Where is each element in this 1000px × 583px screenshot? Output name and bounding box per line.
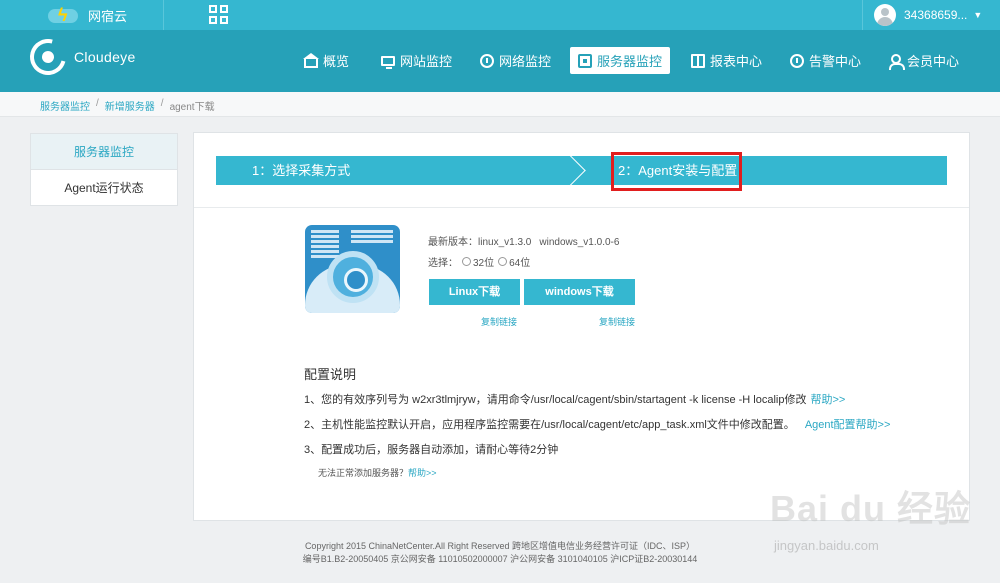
arch-label: 选择： <box>428 258 458 269</box>
config-step-2-text: 2、主机性能监控默认开启，应用程序监控需要在/usr/local/cagent/… <box>304 419 795 431</box>
copy-linux-link[interactable]: 复制链接 <box>481 315 517 328</box>
step-progress-bar: 1：选择采集方式 2：Agent安装与配置 <box>216 156 947 185</box>
step-chevron-icon <box>566 156 595 185</box>
agent-app-icon <box>305 225 400 313</box>
radio-64bit[interactable] <box>498 257 508 266</box>
report-icon <box>691 53 705 68</box>
apps-grid-icon[interactable] <box>209 5 228 24</box>
nav-label: 网络监控 <box>499 54 552 69</box>
divider <box>194 207 969 208</box>
help-link[interactable]: 帮助>> <box>810 394 845 406</box>
divider <box>163 0 164 30</box>
breadcrumb-add-server[interactable]: 新增服务器 <box>105 98 155 113</box>
config-step-2: 2、主机性能监控默认开启，应用程序监控需要在/usr/local/cagent/… <box>304 416 890 432</box>
user-menu[interactable]: 34368659... ▼ <box>874 4 982 26</box>
nav-label: 概览 <box>323 54 350 69</box>
user-icon <box>888 53 905 70</box>
radio-32bit[interactable] <box>462 257 471 266</box>
breadcrumb-bar: 服务器监控 / 新增服务器 / agent下载 <box>0 92 1000 117</box>
radio-32bit-label[interactable]: 32位 <box>473 254 494 269</box>
step-1-label: 1：选择采集方式 <box>252 163 351 178</box>
cloud-bolt-icon: ϟ <box>42 3 86 27</box>
windows-version: windows_v1.0.0-6 <box>539 237 620 248</box>
divider <box>862 0 863 30</box>
breadcrumb: 服务器监控 / 新增服务器 / agent下载 <box>40 98 215 113</box>
nav-network-monitor[interactable]: 网络监控 <box>472 47 559 74</box>
arch-select: 选择： 32位 64位 <box>428 254 530 269</box>
alert-icon <box>790 53 804 68</box>
version-label: 最新版本： <box>428 237 478 248</box>
nav-label: 告警中心 <box>809 54 862 69</box>
nav-overview[interactable]: 概览 <box>296 47 357 74</box>
server-icon <box>578 53 592 68</box>
clock-icon <box>480 53 494 68</box>
breadcrumb-separator: / <box>96 98 99 109</box>
breadcrumb-current: agent下载 <box>169 102 215 113</box>
main-nav: Cloudeye 概览 网站监控 网络监控 服务器监控 报表中心 告警中心 会员… <box>0 30 1000 92</box>
username: 34368659... <box>904 8 968 22</box>
nav-server-monitor[interactable]: 服务器监控 <box>570 47 671 74</box>
breadcrumb-separator: / <box>160 98 164 109</box>
config-step-1: 1、您的有效序列号为 w2xr3tlmjryw，请用命令/usr/local/c… <box>304 391 845 407</box>
watermark-url: jingyan.baidu.com <box>774 538 879 553</box>
nav-report-center[interactable]: 报表中心 <box>683 47 770 74</box>
watermark-text: Bai du 经验 <box>770 488 972 529</box>
config-step-1-text: 1、您的有效序列号为 w2xr3tlmjryw，请用命令/usr/local/c… <box>304 394 807 406</box>
config-note: 无法正常添加服务器？帮助>> <box>318 466 437 479</box>
side-item-server-monitor[interactable]: 服务器监控 <box>31 134 177 170</box>
copy-windows-link[interactable]: 复制链接 <box>599 315 635 328</box>
cloudeye-icon <box>23 32 73 82</box>
config-title: 配置说明 <box>304 367 357 382</box>
nav-label: 服务器监控 <box>597 54 663 69</box>
nav-label: 会员中心 <box>907 54 960 69</box>
windows-download-button[interactable]: windows下载 <box>524 279 635 305</box>
breadcrumb-server-monitor[interactable]: 服务器监控 <box>40 98 90 113</box>
nav-member-center[interactable]: 会员中心 <box>880 47 967 74</box>
chevron-down-icon: ▼ <box>973 10 983 20</box>
main-panel: 1：选择采集方式 2：Agent安装与配置 最新版本：linux_v1.3.0w… <box>193 132 970 521</box>
monitor-icon <box>381 55 395 69</box>
home-icon <box>303 53 319 68</box>
nav-alert-center[interactable]: 告警中心 <box>782 47 869 74</box>
side-item-agent-status[interactable]: Agent运行状态 <box>31 170 177 206</box>
linux-download-button[interactable]: Linux下载 <box>429 279 520 305</box>
config-note-text: 无法正常添加服务器？ <box>318 468 409 478</box>
nav-website-monitor[interactable]: 网站监控 <box>373 47 460 74</box>
baidu-watermark: Bai du 经验 jingyan.baidu.com <box>770 480 990 580</box>
brand-name: Cloudeye <box>74 49 136 65</box>
nav-label: 报表中心 <box>710 54 763 69</box>
version-info: 最新版本：linux_v1.3.0 windows_v1.0.0-6 <box>428 233 619 248</box>
config-step-3: 3、配置成功后，服务器自动添加，请耐心等待2分钟 <box>304 444 559 456</box>
linux-version: linux_v1.3.0 <box>478 237 532 248</box>
wangsu-cloud-logo[interactable]: ϟ 网宿云 <box>42 2 127 28</box>
radio-64bit-label[interactable]: 64位 <box>509 254 530 269</box>
note-help-link[interactable]: 帮助>> <box>408 468 437 478</box>
top-bar: ϟ 网宿云 34368659... ▼ <box>0 0 1000 30</box>
cloudeye-logo[interactable]: Cloudeye <box>23 32 136 82</box>
agent-config-help-link[interactable]: Agent配置帮助>> <box>805 419 891 431</box>
logo-text: 网宿云 <box>88 8 128 24</box>
highlight-box <box>611 152 742 191</box>
nav-label: 网站监控 <box>400 54 453 69</box>
avatar <box>874 4 896 26</box>
side-menu: 服务器监控 Agent运行状态 <box>30 133 178 206</box>
